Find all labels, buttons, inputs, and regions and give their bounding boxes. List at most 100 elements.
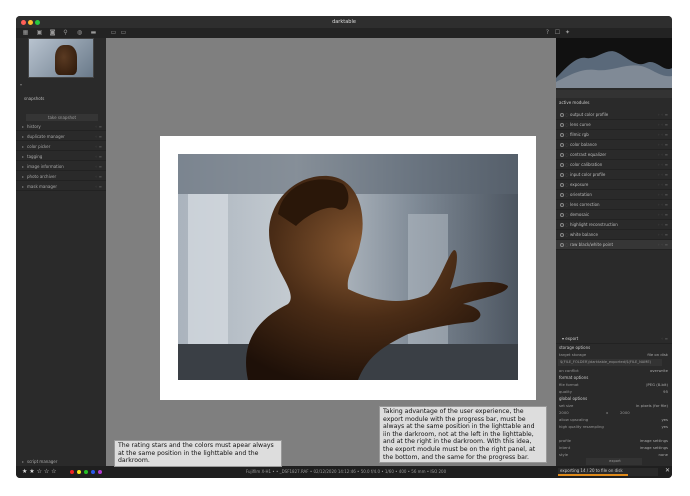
module-photo-archiver[interactable]: ▸ photo archiver ◦ ≡ [16, 172, 106, 181]
gear-icon[interactable]: ✦ [564, 29, 571, 36]
module-mask-manager[interactable]: ▸ mask manager ◦ ≡ [16, 182, 106, 191]
module-export[interactable]: ▾ export ◦ ≡ [556, 334, 672, 344]
file-format-value[interactable]: JPEG (8-bit) [646, 381, 668, 388]
module-raw-black-white-point[interactable]: ◌ raw black/white point ◦ ◦ ≡ [556, 240, 672, 250]
center-view[interactable] [106, 38, 556, 466]
presets-icon[interactable]: ◦ ◦ ≡ [657, 200, 668, 210]
target-storage-row[interactable]: target storage file on disk [556, 351, 672, 358]
power-icon[interactable] [560, 113, 564, 117]
power-icon[interactable] [560, 183, 564, 187]
allow-upscaling-value[interactable]: yes [661, 416, 668, 423]
reset-icon[interactable]: ◦ ≡ [95, 152, 102, 161]
size-row[interactable]: 2000 x 2000 [556, 409, 672, 416]
intent-value[interactable]: image settings [640, 444, 668, 451]
power-icon[interactable] [560, 213, 564, 217]
on-conflict-value[interactable]: overwrite [650, 367, 668, 374]
presets-icon[interactable]: ◦ ◦ ≡ [657, 220, 668, 230]
module-lens-curve[interactable]: ◌ lens curve ◦ ◦ ≡ [556, 120, 672, 130]
module-color-calibration[interactable]: ◌ color calibration ◦ ◦ ≡ [556, 160, 672, 170]
module-demosaic[interactable]: ◌ demosaic ◦ ◦ ≡ [556, 210, 672, 220]
module-filmic-rgb[interactable]: ◌ filmic rgb ◦ ◦ ≡ [556, 130, 672, 140]
module-color-balance[interactable]: ◌ color balance ◦ ◦ ≡ [556, 140, 672, 150]
power-icon[interactable] [560, 223, 564, 227]
reset-icon[interactable]: ◦ ≡ [95, 122, 102, 131]
presets-icon[interactable]: ◦ ◦ ≡ [657, 120, 668, 130]
power-icon[interactable] [560, 203, 564, 207]
reset-icon[interactable]: ◦ ≡ [95, 182, 102, 191]
style-row[interactable]: style none [556, 451, 672, 458]
power-icon[interactable] [560, 133, 564, 137]
file-format-row[interactable]: file format JPEG (8-bit) [556, 381, 672, 388]
power-icon[interactable] [560, 123, 564, 127]
export-path-input[interactable]: $(FILE_FOLDER)/darktable_exported/$(FILE… [558, 359, 662, 366]
map-pin-icon[interactable]: ⚲ [62, 29, 69, 36]
presets-icon[interactable]: ◦ ◦ ≡ [657, 190, 668, 200]
globe-icon[interactable]: ◍ [76, 29, 83, 36]
main-image[interactable] [178, 154, 518, 380]
panel-toggle-icon[interactable]: ▭ [110, 29, 117, 36]
power-icon[interactable] [560, 243, 564, 247]
module-history[interactable]: ▸ history ◦ ≡ [16, 122, 106, 131]
width-input[interactable]: 2000 [559, 410, 569, 415]
rating-stars[interactable]: ★ ★ ☆ ☆ ☆ [22, 468, 57, 476]
color-label-purple[interactable] [98, 470, 102, 474]
color-label-green[interactable] [84, 470, 88, 474]
presets-icon[interactable]: ◦ ◦ ≡ [657, 150, 668, 160]
snapshots-module-title[interactable]: snapshots [20, 96, 44, 102]
power-icon[interactable] [560, 153, 564, 157]
export-button[interactable]: export [586, 458, 642, 465]
height-input[interactable]: 2000 [620, 409, 630, 416]
presets-icon[interactable]: ◦ ◦ ≡ [657, 140, 668, 150]
module-script-manager[interactable]: ▸ script manager [16, 457, 106, 466]
reset-icon[interactable]: ◦ ≡ [95, 162, 102, 171]
power-icon[interactable] [560, 173, 564, 177]
module-white-balance[interactable]: ◌ white balance ◦ ◦ ≡ [556, 230, 672, 240]
power-icon[interactable] [560, 193, 564, 197]
color-label-yellow[interactable] [77, 470, 81, 474]
module-image-information[interactable]: ▸ image information ◦ ≡ [16, 162, 106, 171]
camera-icon[interactable]: ◙ [49, 29, 56, 36]
help-icon[interactable]: ? [544, 29, 551, 36]
close-icon[interactable]: ✕ [665, 467, 670, 474]
presets-icon[interactable]: ◦ ◦ ≡ [657, 230, 668, 240]
preferences-icon[interactable]: ☐ [554, 29, 561, 36]
allow-upscaling-row[interactable]: allow upscaling yes [556, 416, 672, 423]
module-contrast-equalizer[interactable]: ◌ contrast equalizer ◦ ◦ ≡ [556, 150, 672, 160]
quality-value[interactable]: 95 [663, 388, 668, 395]
quality-row[interactable]: quality 95 [556, 388, 672, 395]
intent-row[interactable]: intent image settings [556, 444, 672, 451]
on-conflict-row[interactable]: on conflict overwrite [556, 367, 672, 374]
color-label-blue[interactable] [91, 470, 95, 474]
target-storage-value[interactable]: file on disk [647, 351, 668, 358]
presets-icon[interactable]: ◦ ≡ [661, 334, 668, 344]
module-output-color-profile[interactable]: ◌ output color profile ◦ ◦ ≡ [556, 110, 672, 120]
module-orientation[interactable]: ◌ orientation ◦ ◦ ≡ [556, 190, 672, 200]
film-icon[interactable]: ▣ [36, 29, 43, 36]
presets-icon[interactable]: ◦ ◦ ≡ [657, 130, 668, 140]
set-size-row[interactable]: set size in pixels (for file) [556, 402, 672, 409]
profile-value[interactable]: image settings [640, 437, 668, 444]
profile-row[interactable]: profile image settings [556, 437, 672, 444]
histogram[interactable] [556, 38, 672, 88]
navigation-thumbnail[interactable] [28, 38, 94, 78]
module-color-picker[interactable]: ▸ color picker ◦ ≡ [16, 142, 106, 151]
presets-icon[interactable]: ◦ ◦ ≡ [657, 110, 668, 120]
reset-icon[interactable]: ◦ ≡ [95, 132, 102, 141]
printer-icon[interactable]: ▬ [90, 29, 97, 36]
reset-icon[interactable]: ◦ ≡ [95, 172, 102, 181]
power-icon[interactable] [560, 233, 564, 237]
power-icon[interactable] [560, 163, 564, 167]
color-label-red[interactable] [70, 470, 74, 474]
presets-icon[interactable]: ◦ ◦ ≡ [657, 160, 668, 170]
presets-icon[interactable]: ◦ ◦ ≡ [657, 170, 668, 180]
module-highlight-reconstruction[interactable]: ◌ highlight reconstruction ◦ ◦ ≡ [556, 220, 672, 230]
module-exposure[interactable]: ◌ exposure ◦ ◦ ≡ [556, 180, 672, 190]
reset-icon[interactable]: ◦ ≡ [95, 142, 102, 151]
style-value[interactable]: none [659, 451, 668, 458]
module-lens-correction[interactable]: ◌ lens correction ◦ ◦ ≡ [556, 200, 672, 210]
hq-resampling-row[interactable]: high quality resampling yes [556, 423, 672, 430]
module-duplicate-manager[interactable]: ▸ duplicate manager ◦ ≡ [16, 132, 106, 141]
module-tagging[interactable]: ▸ tagging ◦ ≡ [16, 152, 106, 161]
lighttable-grid-icon[interactable]: ▦ [22, 29, 29, 36]
take-snapshot-button[interactable]: take snapshot [26, 114, 98, 121]
